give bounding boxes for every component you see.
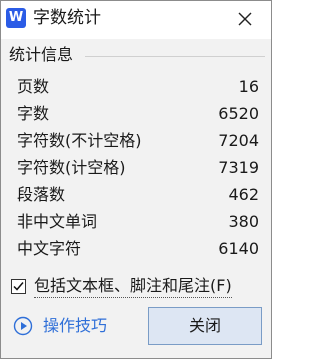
dialog-title: 字数统计 — [33, 8, 101, 28]
stat-label: 中文字符 — [17, 239, 82, 258]
stat-row-chars-no-spaces: 字符数(不计空格) 7204 — [17, 127, 259, 154]
stat-value: 7204 — [218, 131, 259, 150]
checkmark-icon — [13, 281, 24, 291]
group-divider — [85, 56, 265, 57]
stat-value: 16 — [238, 77, 259, 96]
title-bar: W 字数统计 — [1, 1, 271, 39]
word-count-dialog: W 字数统计 统计信息 页数 16 字数 6520 字符数(不计空格) 7204… — [0, 0, 272, 359]
include-textboxes-option[interactable]: 包括文本框、脚注和尾注(F) — [11, 274, 232, 298]
stat-label: 页数 — [17, 77, 50, 96]
stat-label: 字数 — [17, 104, 50, 123]
help-tips-link[interactable]: 操作技巧 — [13, 315, 107, 337]
statistics-list: 页数 16 字数 6520 字符数(不计空格) 7204 字符数(计空格) 73… — [17, 73, 259, 262]
stat-row-words: 字数 6520 — [17, 100, 259, 127]
play-circle-icon — [13, 316, 33, 336]
stat-row-chars-with-spaces: 字符数(计空格) 7319 — [17, 154, 259, 181]
stat-row-non-chinese-words: 非中文单词 380 — [17, 208, 259, 235]
stat-row-pages: 页数 16 — [17, 73, 259, 100]
include-textboxes-checkbox[interactable] — [11, 278, 26, 294]
close-icon[interactable] — [235, 9, 255, 29]
stat-label: 段落数 — [17, 185, 66, 204]
stat-label: 字符数(计空格) — [17, 158, 126, 177]
close-button[interactable]: 关闭 — [148, 307, 262, 345]
stat-value: 380 — [228, 212, 259, 231]
stat-value: 7319 — [218, 158, 259, 177]
stat-row-chinese-chars: 中文字符 6140 — [17, 235, 259, 262]
stat-label: 字符数(不计空格) — [17, 131, 142, 150]
include-textboxes-label[interactable]: 包括文本框、脚注和尾注(F) — [34, 275, 232, 298]
stat-row-paragraphs: 段落数 462 — [17, 181, 259, 208]
stat-value: 462 — [228, 185, 259, 204]
stat-label: 非中文单词 — [17, 212, 98, 231]
stat-value: 6520 — [218, 104, 259, 123]
help-tips-label[interactable]: 操作技巧 — [43, 315, 107, 337]
wps-logo-icon: W — [6, 8, 26, 28]
stat-value: 6140 — [218, 239, 259, 258]
group-label: 统计信息 — [9, 44, 78, 66]
